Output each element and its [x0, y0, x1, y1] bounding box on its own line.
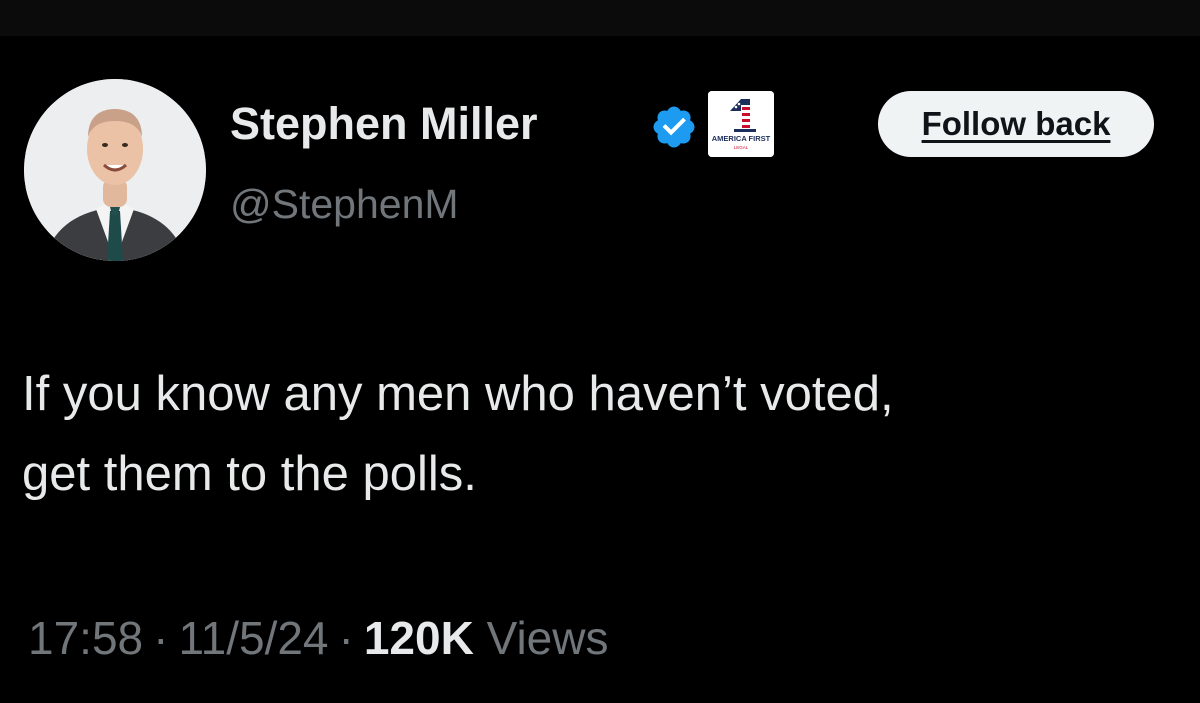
meta-separator: · [338, 612, 354, 664]
tweet-date[interactable]: 11/5/24 [178, 612, 328, 664]
avatar[interactable] [24, 79, 206, 261]
meta-separator: · [153, 612, 169, 664]
views-count[interactable]: 120K [364, 612, 474, 664]
tweet-meta: 17:58 · 11/5/24 · 120K Views [28, 610, 608, 666]
tweet-time[interactable]: 17:58 [28, 612, 143, 664]
views-label: Views [486, 612, 609, 664]
avatar-photo [24, 79, 206, 261]
display-name[interactable]: Stephen Miller [230, 96, 538, 152]
tweet-card: Stephen Miller AMERICA FIRST LEGAL @Step… [0, 36, 1200, 703]
top-status-bar [0, 0, 1200, 36]
tweet-text-line: If you know any men who haven’t voted, [22, 367, 894, 421]
affiliate-badge-icon[interactable]: AMERICA FIRST LEGAL [708, 91, 774, 157]
verified-badge-icon[interactable] [650, 103, 698, 151]
follow-back-button[interactable]: Follow back [878, 91, 1154, 157]
svg-text:AMERICA FIRST: AMERICA FIRST [712, 134, 771, 143]
tweet-text: If you know any men who haven’t voted, g… [22, 354, 1182, 514]
user-handle[interactable]: @StephenM [230, 179, 459, 229]
svg-text:LEGAL: LEGAL [734, 145, 749, 150]
tweet-text-line: get them to the polls. [22, 447, 477, 501]
